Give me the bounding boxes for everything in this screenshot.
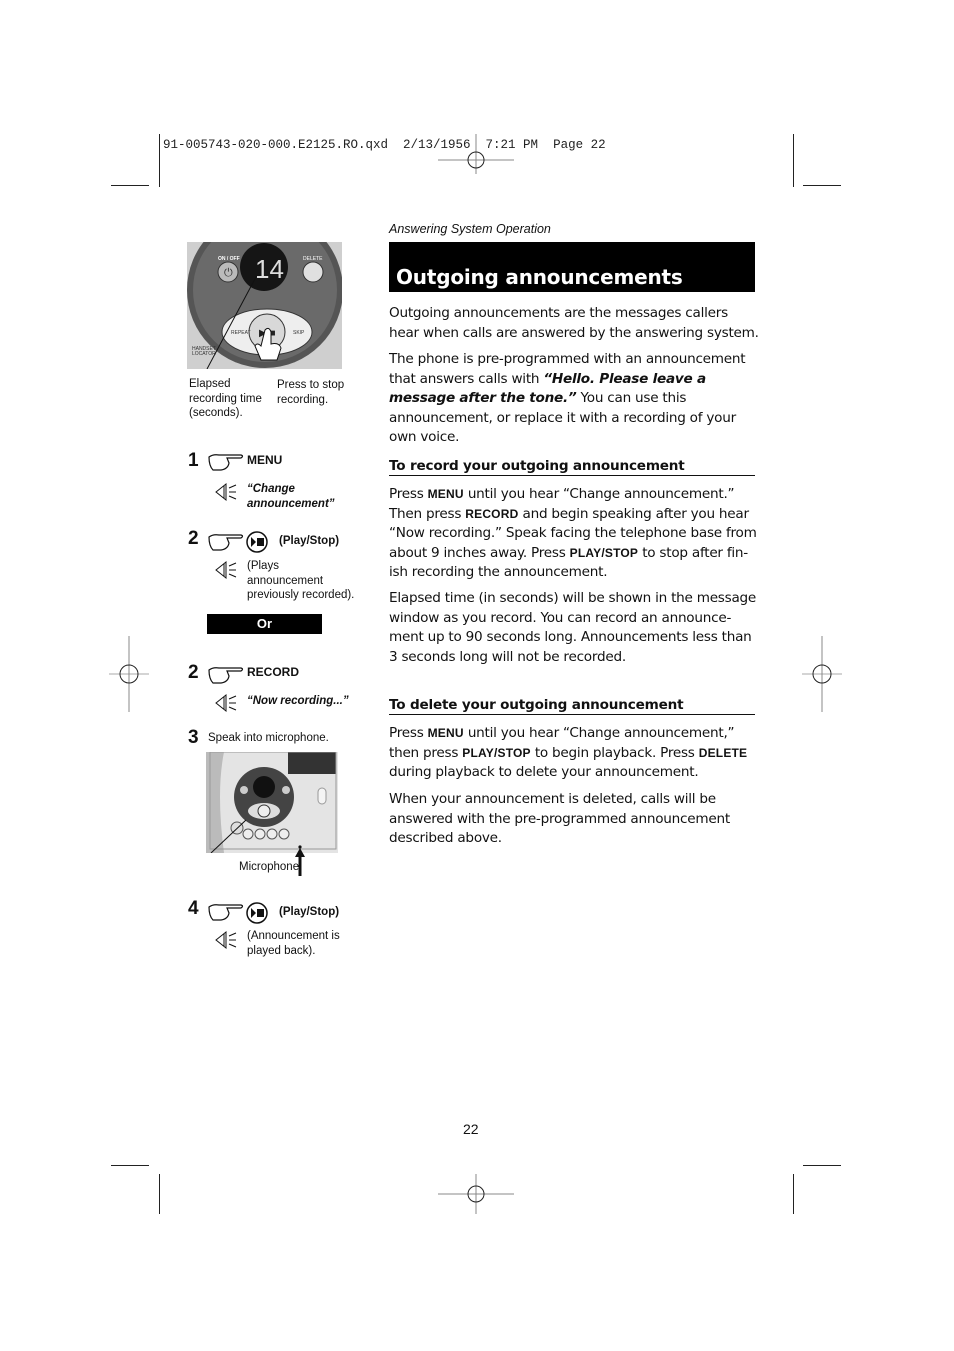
step-number: 3 — [188, 727, 199, 748]
speaker-icon — [215, 930, 237, 950]
speaker-icon — [215, 560, 237, 580]
telephone-base-illustration — [206, 752, 338, 853]
registration-mark-right — [802, 636, 842, 712]
registration-mark-top — [438, 134, 514, 174]
intro-paragraph-1: Outgoing announcements are the messages … — [389, 304, 759, 343]
pointing-hand-icon — [208, 454, 244, 471]
pointing-hand-icon — [208, 667, 244, 684]
voice-prompt: (Announcement is played back). — [247, 930, 340, 957]
text: during playback to delete your announcem… — [389, 764, 699, 780]
voice-prompt: “Change announcement” — [247, 483, 335, 510]
page-title-bar: Outgoing announcements — [389, 242, 755, 292]
svg-text:LOCATOR: LOCATOR — [192, 351, 216, 357]
text: to begin playback. Press — [530, 744, 699, 761]
record-section-heading: To record your outgoing announcement — [389, 458, 755, 476]
step-number: 4 — [188, 898, 199, 919]
step-key-record: RECORD — [247, 665, 300, 679]
svg-text:⏻: ⏻ — [224, 267, 233, 279]
elapsed-display: 14 — [255, 254, 284, 284]
section-label: Answering System Operation — [389, 222, 551, 236]
page-number: 22 — [463, 1121, 479, 1137]
key-delete: DELETE — [698, 745, 748, 760]
delete-section-heading: To delete your outgoing announcement — [389, 697, 755, 715]
record-paragraph-1: Press MENU until you hear “Change announ… — [389, 485, 759, 583]
step-instruction: Speak into microphone. — [208, 732, 329, 744]
crop-mark — [793, 134, 794, 187]
play-stop-button-icon — [246, 531, 268, 553]
pointing-hand-icon — [208, 904, 244, 921]
step-key-play-stop: (Play/Stop) — [279, 906, 340, 918]
key-menu: MENU — [427, 487, 464, 501]
pointing-hand-icon — [208, 534, 244, 551]
or-divider: Or — [207, 614, 322, 634]
crop-mark — [159, 134, 160, 187]
svg-text:SKIP: SKIP — [293, 330, 305, 336]
key-play-stop: PLAY/STOP — [462, 745, 531, 760]
svg-text:ON / OFF: ON / OFF — [218, 256, 240, 262]
svg-text:DELETE: DELETE — [303, 256, 323, 262]
text: When your announcement is deleted, calls… — [389, 791, 730, 846]
voice-prompt: (Plays announcement previously recorded)… — [247, 560, 355, 601]
play-stop-button-icon — [246, 902, 268, 924]
speaker-icon — [215, 693, 237, 713]
record-paragraph-2: Elapsed time (in seconds) will be shown … — [389, 589, 759, 667]
crop-mark — [803, 1165, 841, 1166]
svg-text:REPEAT: REPEAT — [231, 330, 251, 336]
caption-elapsed-time: Elapsed recording time (seconds). — [189, 378, 262, 419]
crop-mark — [111, 185, 149, 186]
answering-panel-illustration: 14 ⏻ ON / OFF DELETE ▶/■ REPEAT SKIP HAN… — [187, 242, 342, 369]
step-number: 2 — [188, 528, 199, 549]
crop-mark — [159, 1174, 160, 1214]
text: Elapsed time (in seconds) will be shown … — [389, 590, 757, 665]
arrow-up-icon — [295, 848, 305, 876]
intro-paragraph-2: The phone is pre-programmed with an anno… — [389, 350, 759, 448]
file-slug-line: 91-005743-020-000.E2125.RO.qxd 2/13/1956… — [163, 138, 606, 152]
caption-press-to-stop: Press to stop recording. — [277, 379, 345, 406]
speaker-icon — [215, 482, 237, 502]
step-key-menu: MENU — [247, 453, 283, 467]
voice-prompt: “Now recording...” — [247, 695, 349, 707]
step-number: 2 — [188, 662, 199, 683]
page-title: Outgoing announcements — [396, 265, 683, 289]
crop-mark — [111, 1165, 149, 1166]
registration-mark-bottom — [438, 1174, 514, 1214]
intro-text: Outgoing announcements are the messages … — [389, 305, 759, 341]
step-number: 1 — [188, 450, 199, 471]
delete-paragraph-2: When your announcement is deleted, calls… — [389, 790, 759, 849]
step-key-play-stop: (Play/Stop) — [279, 535, 340, 547]
delete-paragraph-1: Press MENU until you hear “Change announ… — [389, 724, 759, 783]
crop-mark — [793, 1174, 794, 1214]
registration-mark-left — [109, 636, 149, 712]
microphone-label: Microphone — [239, 861, 300, 873]
key-record: RECORD — [465, 506, 519, 521]
key-menu: MENU — [427, 726, 464, 740]
text: Press — [389, 725, 428, 741]
text: Press — [389, 486, 428, 502]
key-play-stop: PLAY/STOP — [569, 545, 639, 560]
crop-mark — [803, 185, 841, 186]
